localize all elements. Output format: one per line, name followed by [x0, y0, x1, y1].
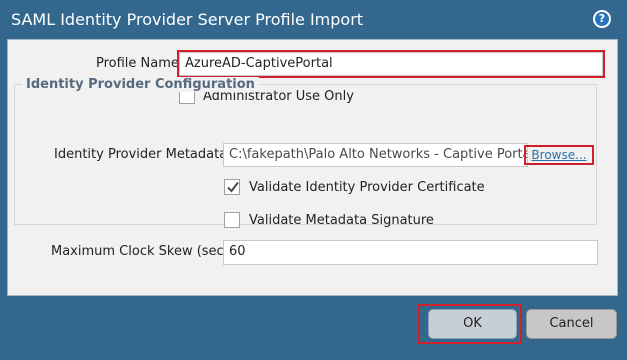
dialog-title: SAML Identity Provider Server Profile Im… [11, 10, 364, 29]
profile-name-label: Profile Name [96, 56, 179, 71]
cancel-button[interactable]: Cancel [526, 309, 617, 339]
validate-idp-certificate-label: Validate Identity Provider Certificate [249, 180, 485, 195]
dialog-titlebar: SAML Identity Provider Server Profile Im… [0, 0, 627, 38]
help-icon[interactable]: ? [593, 10, 611, 28]
clock-skew-input[interactable]: 60 [223, 240, 598, 265]
idp-config-legend: Identity Provider Configuration [22, 77, 259, 92]
profile-name-input[interactable]: AzureAD-CaptivePortal [177, 50, 605, 78]
validate-idp-certificate-checkbox[interactable] [224, 179, 240, 195]
clock-skew-label: Maximum Clock Skew (sec) [51, 244, 229, 259]
browse-button[interactable]: Browse... [524, 145, 594, 165]
idp-metadata-label: Identity Provider Metadata [54, 147, 228, 162]
validate-metadata-signature-label: Validate Metadata Signature [249, 213, 434, 228]
validate-metadata-signature-checkbox[interactable] [224, 212, 240, 228]
checkmark-icon [227, 181, 239, 193]
ok-button[interactable]: OK [428, 309, 517, 339]
idp-metadata-input[interactable]: C:\fakepath\Palo Alto Networks - Captive… [223, 143, 528, 167]
